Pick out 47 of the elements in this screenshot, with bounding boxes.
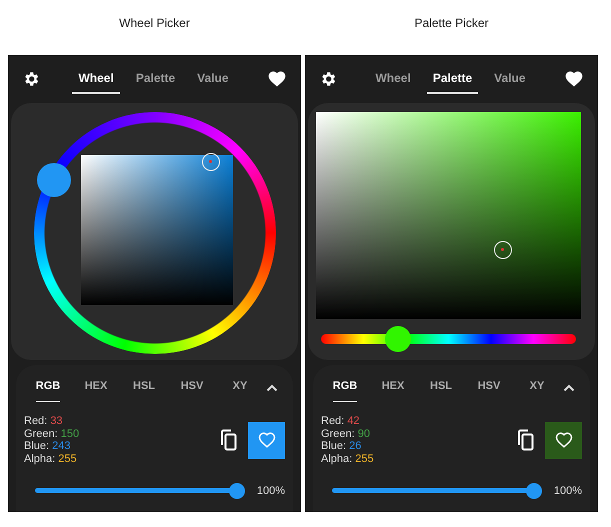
alpha-slider[interactable] bbox=[332, 483, 542, 499]
format-tab[interactable]: HSL bbox=[120, 374, 168, 402]
slider-thumb[interactable] bbox=[228, 483, 245, 499]
channel-value: Green: 150 bbox=[24, 428, 80, 440]
channel-value: Alpha: 255 bbox=[321, 452, 375, 465]
color-square[interactable] bbox=[81, 155, 233, 305]
alpha-reading: 100% bbox=[554, 485, 582, 497]
channel-value: Red: 42 bbox=[321, 415, 361, 428]
format-tab[interactable]: HEX bbox=[72, 374, 120, 402]
format-tab[interactable]: XY bbox=[216, 374, 264, 402]
channel-value: Red: 33 bbox=[24, 415, 64, 428]
tab[interactable]: Palette bbox=[424, 64, 480, 94]
tab[interactable]: Wheel bbox=[367, 64, 419, 94]
hue-thumb[interactable] bbox=[384, 326, 410, 352]
channel-value: Blue: 26 bbox=[321, 440, 362, 452]
alpha-slider[interactable] bbox=[35, 483, 245, 499]
color-square[interactable] bbox=[316, 112, 581, 319]
heart-icon bbox=[554, 431, 572, 449]
color-marker[interactable] bbox=[494, 241, 512, 259]
alpha-reading: 100% bbox=[256, 485, 285, 497]
tab[interactable]: Value bbox=[189, 64, 237, 94]
channel-value: Blue: 243 bbox=[24, 440, 72, 452]
favorite-button[interactable] bbox=[545, 422, 582, 458]
chevron-up-icon[interactable] bbox=[266, 384, 278, 392]
tab[interactable]: Value bbox=[486, 64, 534, 94]
heart-icon[interactable] bbox=[564, 69, 584, 89]
channel-value: Alpha: 255 bbox=[24, 452, 78, 465]
channel-value: Green: 90 bbox=[321, 428, 371, 440]
copy-icon[interactable] bbox=[515, 429, 535, 451]
format-tab[interactable]: HSV bbox=[168, 374, 216, 402]
format-tab[interactable]: HSV bbox=[465, 374, 513, 402]
copy-icon[interactable] bbox=[218, 429, 238, 451]
tab[interactable]: Wheel bbox=[70, 64, 122, 94]
format-tab[interactable]: HEX bbox=[369, 374, 417, 402]
format-tab[interactable]: RGB bbox=[24, 374, 72, 402]
format-tab[interactable]: RGB bbox=[321, 374, 369, 402]
chevron-up-icon[interactable] bbox=[563, 384, 575, 392]
slider-thumb[interactable] bbox=[526, 483, 542, 499]
format-tab[interactable]: XY bbox=[513, 374, 561, 402]
heart-icon bbox=[258, 431, 276, 449]
format-tab[interactable]: HSL bbox=[417, 374, 465, 402]
panel-caption: Wheel Picker bbox=[119, 15, 190, 32]
hue-slider[interactable] bbox=[321, 326, 576, 352]
color-marker[interactable] bbox=[202, 153, 220, 171]
tab[interactable]: Palette bbox=[128, 64, 184, 94]
heart-icon[interactable] bbox=[267, 69, 287, 89]
panel-caption: Palette Picker bbox=[414, 15, 489, 32]
